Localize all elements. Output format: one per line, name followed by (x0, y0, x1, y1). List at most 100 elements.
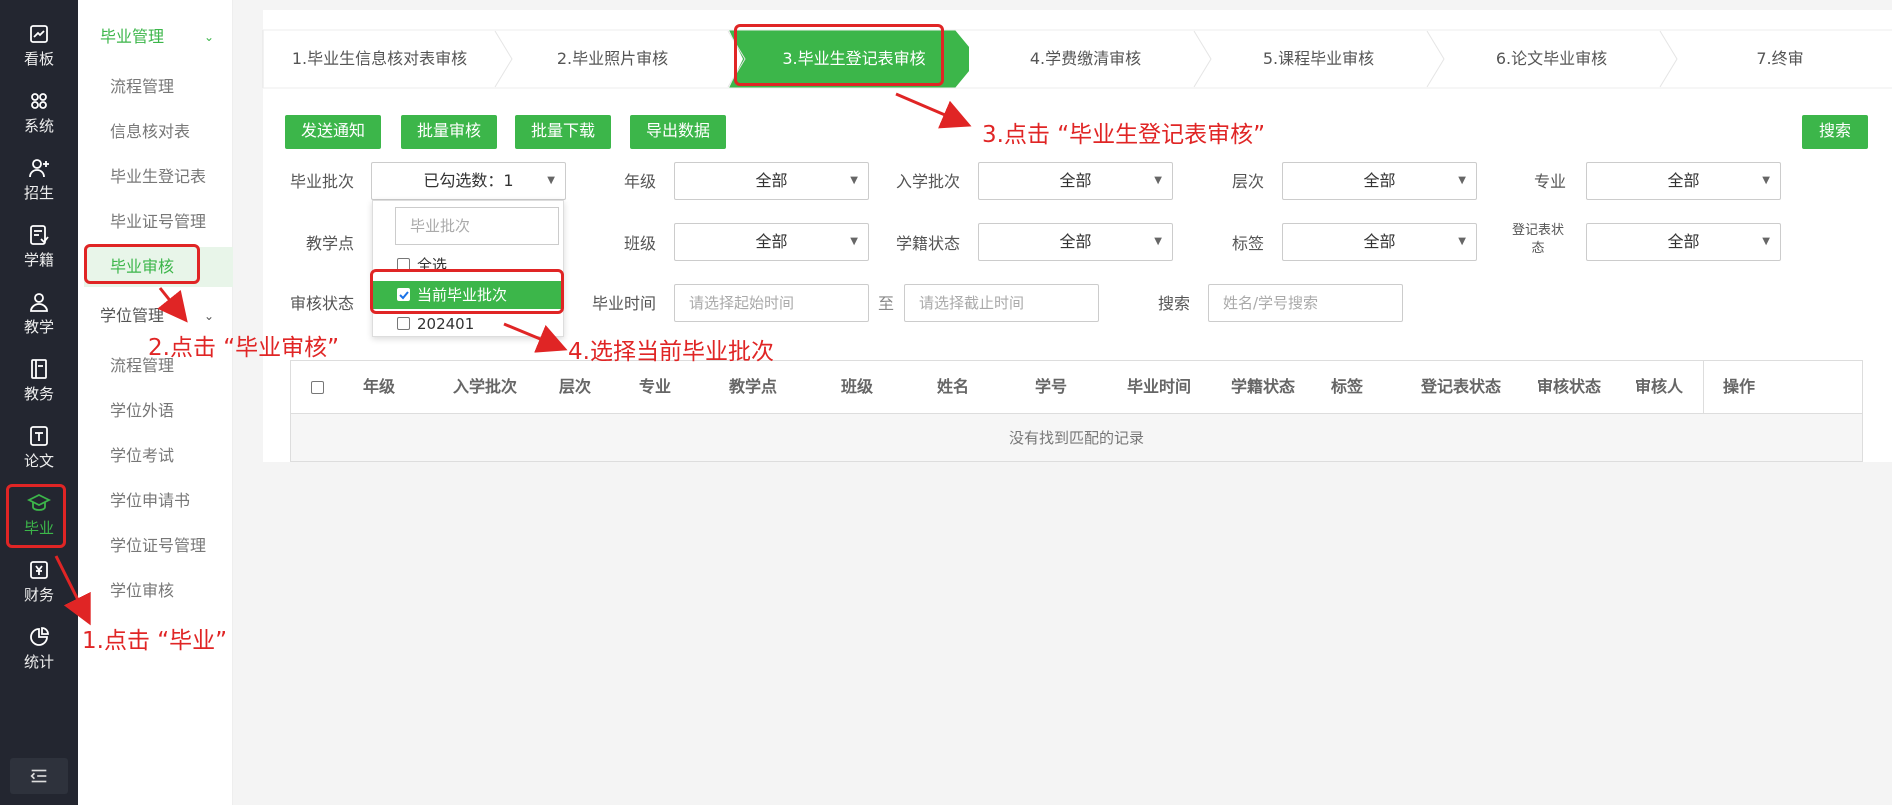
submenu-group-graduation-label: 毕业管理 (100, 27, 165, 46)
annotation-text-step1: 1.点击 “毕业” (82, 628, 228, 654)
filter-label-review-status: 审核状态 (289, 294, 354, 313)
filter-tag-select[interactable]: 全部 ▼ (1282, 223, 1477, 261)
filter-major-select[interactable]: 全部 ▼ (1586, 162, 1781, 200)
filter-tag-value: 全部 (1363, 232, 1396, 251)
rail-item-enrollment[interactable]: 招生 (0, 156, 78, 222)
rail-label-finance: 财务 (23, 586, 54, 604)
dropdown-option-label: 202401 (417, 315, 475, 333)
submenu-item-degree-review[interactable]: 学位审核 (110, 579, 174, 603)
filter-intake-select[interactable]: 全部 ▼ (978, 162, 1173, 200)
submenu-item-process[interactable]: 流程管理 (110, 75, 174, 99)
filter-label-grade: 年级 (623, 172, 656, 191)
table-header-class: 班级 (841, 377, 874, 396)
step-course[interactable]: 5.课程毕业审核 (1202, 30, 1435, 88)
user-add-icon (29, 159, 49, 178)
submenu-item-degree-application[interactable]: 学位申请书 (110, 489, 190, 513)
filter-intake-value: 全部 (1059, 171, 1092, 190)
table-header-level: 层次 (559, 377, 592, 396)
submenu-group-graduation[interactable]: 毕业管理 ⌄ (100, 25, 214, 49)
filter-grade-select[interactable]: 全部 ▼ (674, 162, 869, 200)
annotation-box-graduation (6, 484, 66, 548)
filter-label-batch: 毕业批次 (289, 172, 354, 191)
rail-label-academic: 教务 (23, 385, 54, 403)
rail-item-system[interactable]: 系统 (0, 89, 78, 155)
filter-label-grad-time: 毕业时间 (591, 294, 656, 313)
filter-grade-value: 全部 (755, 171, 788, 190)
dropdown-search-input[interactable]: 毕业批次 (395, 207, 559, 245)
filter-reg-status-select[interactable]: 全部 ▼ (1586, 223, 1781, 261)
annotation-text-step4: 4.选择当前毕业批次 (568, 339, 774, 365)
step-thesis[interactable]: 6.论文毕业审核 (1435, 30, 1668, 88)
batch-download-button[interactable]: 批量下载 (515, 115, 611, 149)
table-header-intake: 入学批次 (453, 377, 518, 396)
pie-chart-icon (30, 627, 49, 646)
rail-item-academic[interactable]: 教务 (0, 357, 78, 423)
filter-major-value: 全部 (1667, 171, 1700, 190)
filter-batch-value: 已勾选数：1 (423, 171, 514, 190)
table-header-reviewer: 审核人 (1635, 377, 1684, 396)
step-final[interactable]: 7.终审 (1668, 30, 1892, 88)
menu-collapse-icon (30, 769, 47, 783)
filter-label-tag: 标签 (1231, 234, 1264, 253)
chevron-down-icon: ⌄ (204, 30, 215, 44)
chevron-down-icon: ⌄ (204, 309, 215, 323)
dashboard-chart-icon (30, 25, 48, 43)
step-tuition[interactable]: 4.学费缴清审核 (969, 30, 1202, 88)
submenu-item-degree-exam[interactable]: 学位考试 (110, 444, 174, 468)
search-input[interactable]: 姓名/学号搜索 (1208, 284, 1403, 322)
grad-time-end-input[interactable]: 请选择截止时间 (904, 284, 1099, 322)
document-icon (30, 426, 48, 446)
rail-label-enrollment: 招生 (23, 184, 54, 202)
rail-item-records[interactable]: 学籍 (0, 223, 78, 289)
rail-item-statistics[interactable]: 统计 (0, 625, 78, 691)
annotation-box-step3 (734, 24, 944, 86)
batch-review-button[interactable]: 批量审核 (401, 115, 497, 149)
filter-batch-select[interactable]: 已勾选数：1 ▼ (371, 162, 566, 200)
grid-apps-icon (31, 93, 47, 109)
menu-collapse-button[interactable] (10, 758, 68, 794)
filter-level-select[interactable]: 全部 ▼ (1282, 162, 1477, 200)
table-header-site: 教学点 (729, 377, 778, 396)
step-info-check[interactable]: 1.毕业生信息核对表审核 (263, 30, 496, 88)
dropdown-option-202401[interactable]: 202401 (373, 310, 563, 338)
export-data-button[interactable]: 导出数据 (630, 115, 726, 149)
filter-status-select[interactable]: 全部 ▼ (978, 223, 1173, 261)
table-header-status: 学籍状态 (1231, 377, 1296, 396)
grad-time-start-input[interactable]: 请选择起始时间 (674, 284, 869, 322)
table-empty-message: 没有找到匹配的记录 (291, 413, 1862, 461)
date-range-separator: 至 (878, 294, 895, 313)
rail-label-records: 学籍 (23, 251, 54, 269)
rail-item-thesis[interactable]: 论文 (0, 424, 78, 490)
submenu-panel: 毕业管理 ⌄ 流程管理 信息核对表 毕业生登记表 毕业证号管理 毕业审核 学位管… (78, 0, 233, 805)
annotation-box-review (84, 244, 200, 284)
send-notification-button[interactable]: 发送通知 (285, 115, 381, 149)
filter-level-value: 全部 (1363, 171, 1396, 190)
submenu-item-cert-number[interactable]: 毕业证号管理 (110, 210, 206, 234)
rail-item-finance[interactable]: 财务 (0, 558, 78, 624)
caret-down-icon: ▼ (1154, 175, 1162, 186)
filter-label-site: 教学点 (305, 234, 354, 253)
select-all-checkbox[interactable] (311, 381, 324, 394)
search-button[interactable]: 搜索 (1802, 115, 1868, 149)
checkbox[interactable] (397, 317, 410, 330)
filter-label-intake: 入学批次 (895, 172, 960, 191)
table-header-actions: 操作 (1723, 377, 1756, 396)
filter-label-status: 学籍状态 (895, 234, 960, 253)
caret-down-icon: ▼ (1458, 236, 1466, 247)
filter-class-value: 全部 (755, 232, 788, 251)
rail-item-dashboard[interactable]: 看板 (0, 22, 78, 88)
rail-item-teaching[interactable]: 教学 (0, 290, 78, 356)
rail-label-statistics: 统计 (23, 653, 54, 671)
filter-class-select[interactable]: 全部 ▼ (674, 223, 869, 261)
submenu-group-degree[interactable]: 学位管理 ⌄ (100, 304, 214, 328)
caret-down-icon: ▼ (850, 236, 858, 247)
submenu-item-registration[interactable]: 毕业生登记表 (110, 165, 206, 189)
filter-label-major: 专业 (1533, 172, 1566, 191)
step-photo[interactable]: 2.毕业照片审核 (496, 30, 729, 88)
submenu-item-info-check[interactable]: 信息核对表 (110, 120, 190, 144)
icon-rail: 看板 系统 招生 学籍 教学 教务 论文 毕业 财务 统计 (0, 0, 78, 805)
submenu-item-degree-language[interactable]: 学位外语 (110, 399, 174, 423)
table-header-name: 姓名 (937, 377, 970, 396)
rail-label-thesis: 论文 (23, 452, 54, 470)
submenu-item-degree-cert-number[interactable]: 学位证号管理 (110, 534, 206, 558)
